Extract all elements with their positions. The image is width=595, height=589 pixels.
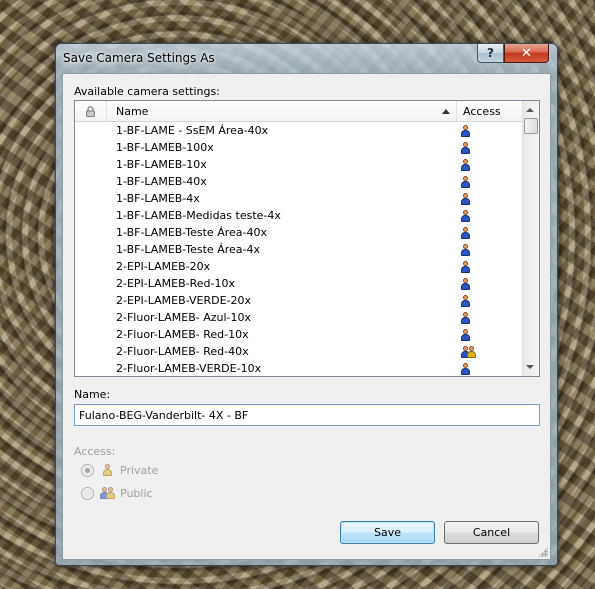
list-item[interactable]: 2-Fluor-LAMEB- Red-10x	[75, 327, 524, 344]
column-header-name[interactable]: Name	[107, 101, 457, 122]
list-item[interactable]: 1-BF-LAMEB-Teste Área-4x	[75, 242, 524, 259]
people-icon	[100, 487, 116, 500]
list-item[interactable]: 1-BF-LAMEB-Medidas teste-4x	[75, 208, 524, 225]
public-radio[interactable]	[81, 487, 94, 500]
list-rows: 1-BF-LAME - SsEM Área-40x 1-BF-LAMEB-100x…	[75, 123, 524, 376]
list-item[interactable]: 1-BF-LAMEB-4x	[75, 191, 524, 208]
person-icon	[461, 363, 473, 375]
save-button[interactable]: Save	[340, 521, 435, 544]
list-item-name: 1-BF-LAME - SsEM Área-40x	[116, 124, 269, 137]
scrollbar-thumb[interactable]	[524, 118, 538, 134]
person-icon	[461, 261, 473, 273]
person-icon	[461, 159, 473, 171]
close-button[interactable]: ✕	[504, 44, 549, 63]
list-item[interactable]: 1-BF-LAME - SsEM Área-40x	[75, 123, 524, 140]
person-icon	[461, 312, 473, 324]
person-icon	[461, 295, 473, 307]
dialog-title: Save Camera Settings As	[63, 51, 215, 65]
list-item-name: 1-BF-LAMEB-40x	[116, 175, 207, 188]
list-item[interactable]: 2-Fluor-LAMEB- Red-40x	[75, 344, 524, 361]
list-item-name: 1-BF-LAMEB-10x	[116, 158, 207, 171]
person-icon	[100, 464, 116, 477]
person-icon	[461, 125, 473, 137]
list-item[interactable]: 1-BF-LAMEB-40x	[75, 174, 524, 191]
public-label[interactable]: Public	[120, 487, 153, 500]
column-header-access-label: Access	[463, 105, 501, 118]
sort-ascending-icon	[442, 109, 450, 114]
list-item-name: 2-Fluor-LAMEB- Azul-10x	[116, 311, 252, 324]
private-label[interactable]: Private	[120, 464, 158, 477]
private-radio[interactable]	[81, 464, 94, 477]
person-icon	[461, 210, 473, 222]
list-item[interactable]: 2-Fluor-LAMEB-VERDE-10x	[75, 361, 524, 376]
people-icon	[461, 346, 476, 358]
scroll-down-icon[interactable]	[526, 365, 534, 369]
list-item-name: 1-BF-LAMEB-Teste Área-4x	[116, 243, 260, 256]
person-icon	[461, 244, 473, 256]
list-item[interactable]: 1-BF-LAMEB-100x	[75, 140, 524, 157]
person-icon	[461, 227, 473, 239]
list-item[interactable]: 1-BF-LAMEB-Teste Área-40x	[75, 225, 524, 242]
list-item[interactable]: 2-EPI-LAMEB-VERDE-20x	[75, 293, 524, 310]
camera-settings-list[interactable]: Name Access 1-BF-LAME - SsEM Área-40x 1-B…	[74, 100, 540, 377]
lock-icon	[86, 106, 95, 117]
resize-grip[interactable]	[538, 547, 548, 557]
list-item-name: 1-BF-LAMEB-Teste Área-40x	[116, 226, 267, 239]
list-item[interactable]: 2-Fluor-LAMEB- Azul-10x	[75, 310, 524, 327]
list-item-name: 2-EPI-LAMEB-VERDE-20x	[116, 294, 251, 307]
column-header-lock[interactable]	[75, 101, 107, 122]
column-header-access[interactable]: Access	[457, 101, 524, 122]
list-item-name: 2-Fluor-LAMEB- Red-40x	[116, 345, 249, 358]
available-settings-label: Available camera settings:	[74, 85, 220, 98]
list-header: Name Access	[75, 101, 524, 122]
list-item-name: 1-BF-LAMEB-100x	[116, 141, 214, 154]
list-item-name: 1-BF-LAMEB-4x	[116, 192, 200, 205]
person-icon	[461, 278, 473, 290]
person-icon	[461, 176, 473, 188]
name-label: Name:	[74, 388, 111, 401]
list-item-name: 1-BF-LAMEB-Medidas teste-4x	[116, 209, 281, 222]
cancel-button[interactable]: Cancel	[444, 521, 539, 544]
save-camera-settings-dialog: Save Camera Settings As ? ✕ Available ca…	[55, 43, 558, 566]
list-item-name: 2-EPI-LAMEB-20x	[116, 260, 211, 273]
list-item[interactable]: 2-EPI-LAMEB-20x	[75, 259, 524, 276]
dialog-client-area: Available camera settings: Name Access 1	[62, 73, 551, 560]
list-item-name: 2-Fluor-LAMEB-VERDE-10x	[116, 362, 262, 375]
scroll-up-icon[interactable]	[526, 108, 534, 112]
list-item-name: 2-Fluor-LAMEB- Red-10x	[116, 328, 249, 341]
person-icon	[461, 193, 473, 205]
help-button[interactable]: ?	[477, 44, 504, 63]
person-icon	[461, 142, 473, 154]
person-icon	[461, 329, 473, 341]
column-header-name-label: Name	[116, 105, 149, 118]
list-item-name: 2-EPI-LAMEB-Red-10x	[116, 277, 236, 290]
access-label: Access:	[74, 445, 116, 458]
vertical-scrollbar[interactable]	[522, 101, 539, 376]
list-item[interactable]: 1-BF-LAMEB-10x	[75, 157, 524, 174]
name-input[interactable]	[74, 404, 540, 426]
list-item[interactable]: 2-EPI-LAMEB-Red-10x	[75, 276, 524, 293]
